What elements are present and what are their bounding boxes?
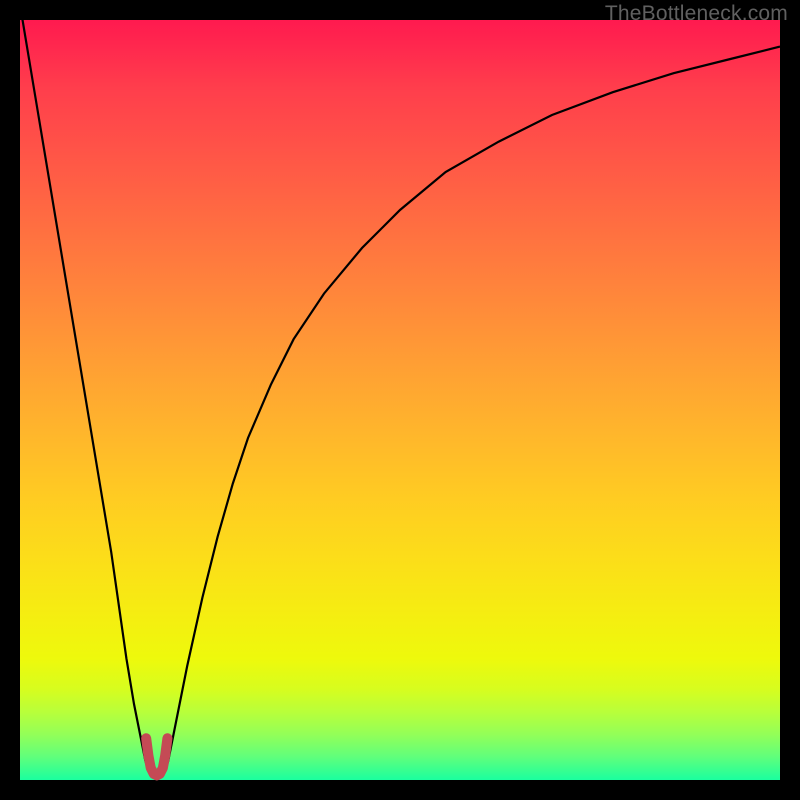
marker-u [146,738,167,775]
plot-area [20,20,780,780]
curve-right [164,47,780,773]
chart-frame: TheBottleneck.com [0,0,800,800]
watermark-text: TheBottleneck.com [605,2,788,26]
curve-left [20,5,149,773]
chart-svg [20,20,780,780]
